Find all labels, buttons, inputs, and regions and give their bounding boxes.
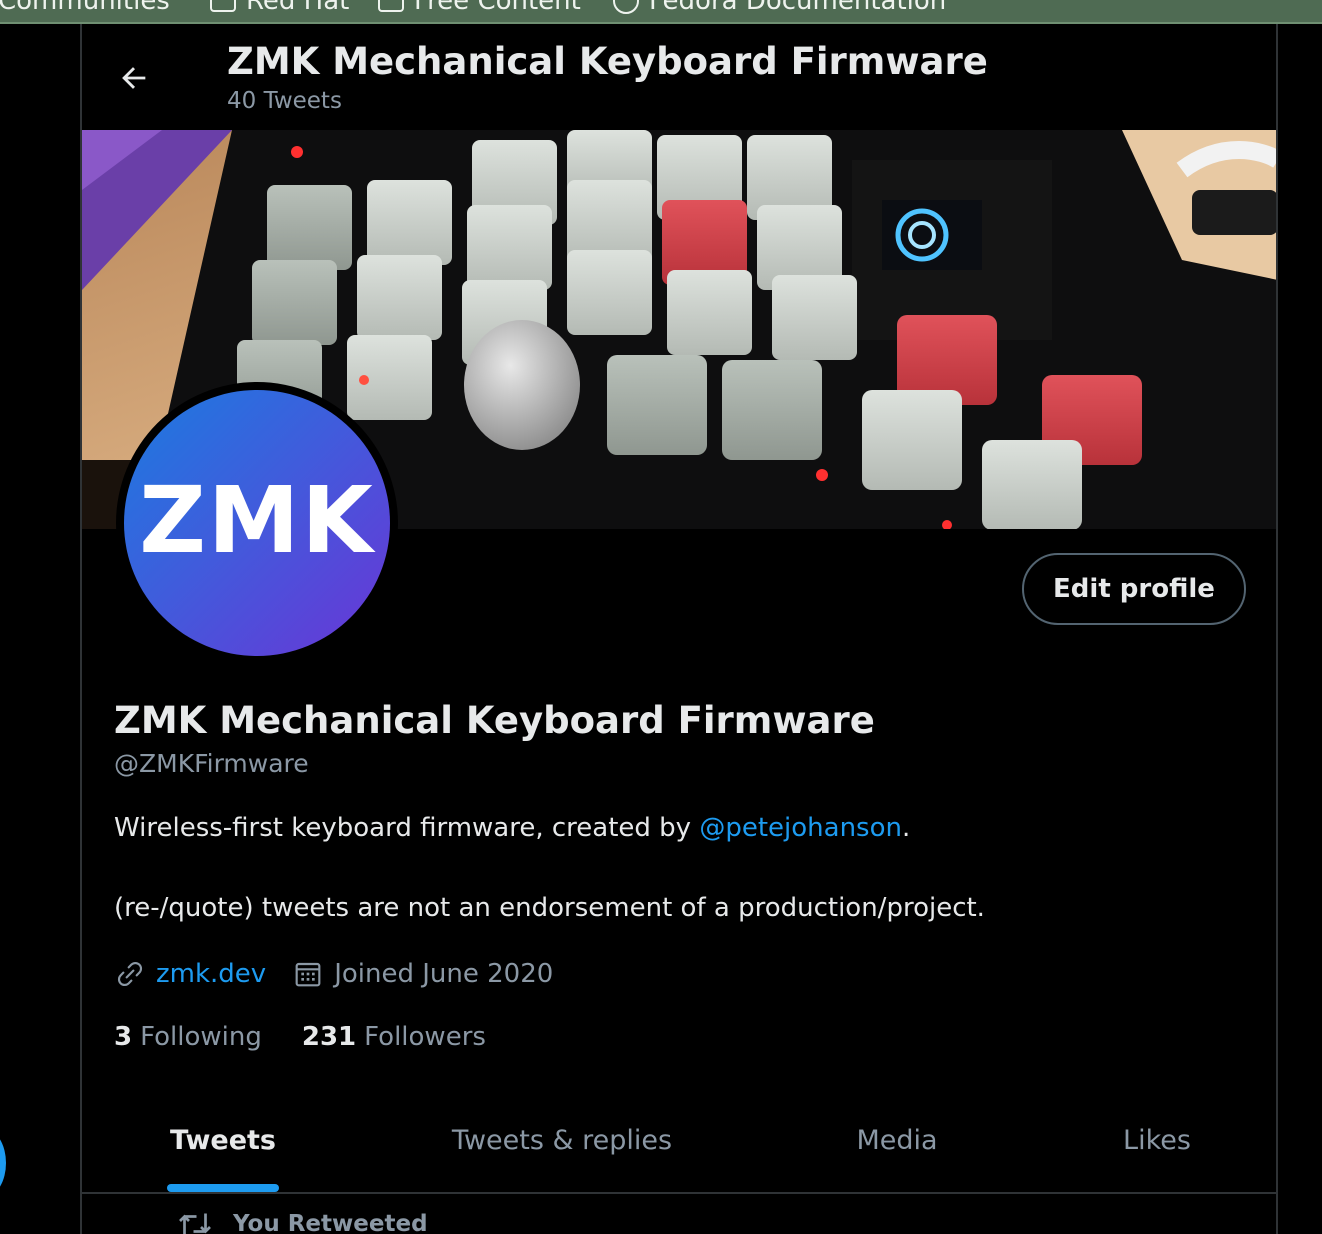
website-item: zmk.dev bbox=[114, 958, 266, 990]
link-icon bbox=[117, 961, 143, 987]
folder-icon bbox=[378, 0, 404, 12]
avatar-image: ZMK bbox=[124, 390, 390, 656]
bookmark-free-content[interactable]: Free Content bbox=[378, 0, 581, 16]
followers-count: 231 bbox=[301, 1022, 357, 1052]
retweet-context: You Retweeted bbox=[177, 1209, 428, 1234]
globe-icon bbox=[613, 0, 639, 14]
bookmark-fedora-docs[interactable]: Fedora Documentation bbox=[613, 0, 946, 16]
bookmark-label: Free Content bbox=[414, 0, 581, 16]
bookmark-communities[interactable]: Communities bbox=[0, 0, 170, 16]
tweet-count: 40 Tweets bbox=[227, 88, 342, 114]
following-count: 3 bbox=[114, 1022, 133, 1052]
bookmark-label: Communities bbox=[0, 0, 170, 16]
tab-media[interactable]: Media bbox=[802, 1088, 992, 1192]
bookmarks-bar: Communities Red Hat Free Content Fedora … bbox=[0, 0, 1322, 24]
tab-tweets[interactable]: Tweets bbox=[122, 1088, 324, 1192]
bio-text-suffix: . bbox=[902, 813, 911, 843]
profile-top-bar: ZMK Mechanical Keyboard Firmware 40 Twee… bbox=[82, 24, 1276, 130]
profile-meta: zmk.dev Joined June 2020 bbox=[114, 954, 579, 994]
joined-item: Joined June 2020 bbox=[292, 958, 553, 990]
retweet-label: You Retweeted bbox=[233, 1211, 428, 1234]
folder-icon bbox=[210, 0, 236, 12]
edit-profile-button[interactable]: Edit profile bbox=[1022, 553, 1246, 625]
bookmark-label: Fedora Documentation bbox=[649, 0, 947, 16]
followers-link[interactable]: 231 Followers bbox=[302, 1022, 486, 1052]
tab-tweets-replies[interactable]: Tweets & replies bbox=[412, 1088, 712, 1192]
calendar-icon bbox=[295, 962, 321, 987]
arrow-left-icon bbox=[122, 67, 146, 89]
bookmark-red-hat[interactable]: Red Hat bbox=[210, 0, 349, 16]
avatar-logo-text: ZMK bbox=[139, 466, 375, 574]
profile-tabs: Tweets Tweets & replies Media Likes bbox=[82, 1088, 1276, 1194]
bio-text: Wireless-first keyboard firmware, create… bbox=[114, 813, 700, 843]
active-tab-indicator bbox=[167, 1184, 279, 1192]
website-link[interactable]: zmk.dev bbox=[156, 959, 266, 989]
profile-name: ZMK Mechanical Keyboard Firmware bbox=[114, 699, 875, 742]
profile-handle: @ZMKFirmware bbox=[114, 749, 309, 778]
bio-line-1: Wireless-first keyboard firmware, create… bbox=[114, 813, 910, 843]
following-link[interactable]: 3 Following bbox=[114, 1022, 262, 1052]
tab-likes[interactable]: Likes bbox=[1082, 1088, 1232, 1192]
joined-date: Joined June 2020 bbox=[334, 959, 554, 989]
followers-label: Followers bbox=[364, 1022, 486, 1052]
retweet-icon bbox=[179, 1213, 211, 1234]
bio-line-2: (re-/quote) tweets are not an endorsemen… bbox=[114, 893, 985, 923]
profile-column: ZMK Mechanical Keyboard Firmware 40 Twee… bbox=[80, 24, 1278, 1234]
follow-stats: 3 Following 231 Followers bbox=[114, 1017, 526, 1057]
compose-tweet-button[interactable] bbox=[0, 1130, 6, 1196]
bio-mention-link[interactable]: @petejohanson bbox=[699, 813, 902, 843]
bookmark-label: Red Hat bbox=[246, 0, 350, 16]
avatar[interactable]: ZMK bbox=[116, 382, 398, 664]
back-button[interactable] bbox=[112, 56, 156, 100]
following-label: Following bbox=[140, 1022, 262, 1052]
page-title: ZMK Mechanical Keyboard Firmware bbox=[227, 40, 988, 83]
